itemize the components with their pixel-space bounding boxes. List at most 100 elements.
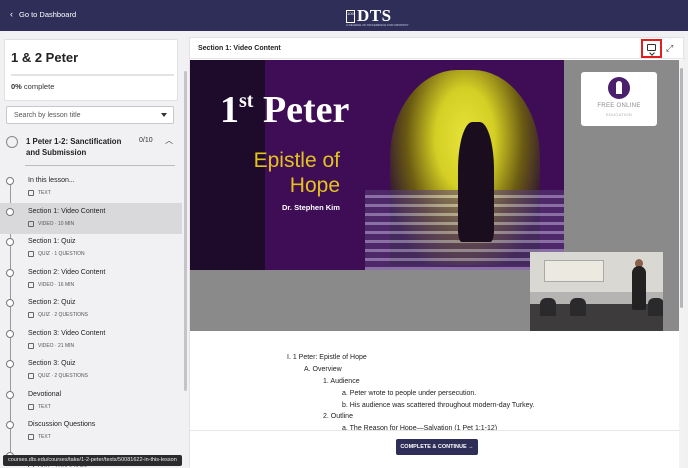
- back-label: Go to Dashboard: [19, 9, 77, 19]
- lesson-title: Section 1: Quiz: [28, 238, 76, 245]
- course-card: 1 & 2 Peter 0% complete: [4, 39, 178, 101]
- text-icon: [28, 434, 34, 440]
- lesson-status-circle-icon: [6, 207, 14, 216]
- lesson-title: In this lesson...: [28, 177, 75, 184]
- lesson-item[interactable]: Section 3: Video Content VIDEO · 21 MIN: [0, 325, 182, 356]
- lesson-title: Section 1: Video Content: [198, 45, 281, 52]
- figure-silhouette: [458, 122, 494, 242]
- chevron-up-icon[interactable]: ︿: [165, 135, 173, 146]
- lesson-meta-text: VIDEO · 16 MIN: [38, 281, 75, 288]
- lesson-status-circle-icon: [6, 299, 14, 307]
- lesson-meta-text: QUIZ · 2 QUESTIONS: [38, 312, 89, 318]
- lesson-meta-text: TEXT: [38, 190, 51, 196]
- quiz-icon: [28, 373, 34, 379]
- outline-line: b. His audience was scattered throughout…: [342, 402, 535, 409]
- top-bar: ‹ Go to Dashboard 100 DTS A DEGREE OF DI…: [0, 0, 688, 31]
- slide-title-word: Peter: [262, 89, 350, 131]
- progress-text: 0% complete: [11, 82, 54, 91]
- slide-title: 1st Peter: [220, 88, 349, 132]
- bookmark-button[interactable]: [641, 39, 662, 58]
- complete-and-continue-button[interactable]: COMPLETE & CONTINUE →: [396, 439, 478, 455]
- video-icon: [28, 342, 34, 349]
- outline-line: A. Overview: [304, 366, 342, 373]
- lesson-meta: VIDEO · 16 MIN: [28, 281, 75, 288]
- lesson-outline: I. 1 Peter: Epistle of Hope A. Overview …: [190, 350, 679, 432]
- lesson-item[interactable]: Devotional TEXT: [0, 386, 182, 417]
- lesson-meta: QUIZ · 1 QUESTION: [28, 251, 85, 257]
- text-icon: [28, 190, 34, 196]
- lesson-meta: VIDEO · 21 MIN: [28, 342, 74, 349]
- progress-percent: 0%: [11, 82, 22, 91]
- video-player[interactable]: 1st Peter Epistle of Hope Dr. Stephen Kim…: [190, 60, 679, 331]
- video-icon: [28, 220, 34, 227]
- lesson-item[interactable]: Section 2: Quiz QUIZ · 2 QUESTIONS: [0, 294, 182, 325]
- course-sidebar: 1 & 2 Peter 0% complete Search by lesson…: [0, 31, 189, 467]
- caret-down-icon: [161, 113, 167, 117]
- lesson-meta: VIDEO · 10 MIN: [28, 220, 74, 227]
- progress-suffix: complete: [21, 82, 55, 91]
- lecturer: [632, 266, 646, 310]
- bookmark-icon: [647, 44, 656, 51]
- section-header[interactable]: 1 Peter 1-2: Sanctification and Submissi…: [0, 129, 182, 173]
- slide-subtitle-line1: Epistle of: [253, 149, 340, 172]
- student: [540, 298, 556, 316]
- student: [648, 298, 663, 316]
- lesson-status-circle-icon: [6, 360, 14, 368]
- quiz-icon: [28, 251, 34, 257]
- lesson-title: Discussion Questions: [28, 421, 96, 428]
- slide-author: Dr. Stephen Kim: [282, 203, 340, 212]
- lesson-meta: QUIZ · 2 QUESTIONS: [28, 312, 88, 318]
- lesson-title: Section 1: Video Content: [28, 207, 106, 215]
- text-icon: [28, 403, 34, 410]
- section-title: 1 Peter 1-2: Sanctification and Submissi…: [26, 137, 122, 157]
- section-progress-circle-icon: [6, 136, 18, 148]
- lesson-search-select[interactable]: Search by lesson title: [6, 106, 174, 124]
- scrollbar-thumb[interactable]: [680, 68, 683, 308]
- course-title: 1 & 2 Peter: [11, 50, 79, 65]
- back-to-dashboard-link[interactable]: ‹ Go to Dashboard: [10, 9, 76, 19]
- lesson-status-circle-icon: [6, 238, 14, 246]
- lesson-meta: TEXT: [28, 403, 51, 410]
- dts-logo: 100 DTS A DEGREE OF DIFFERENCE FOR MINIS…: [346, 6, 409, 27]
- lesson-item[interactable]: In this lesson... TEXT: [0, 172, 182, 203]
- lesson-item[interactable]: Section 2: Video Content VIDEO · 16 MIN: [0, 264, 182, 295]
- section-count: 0/10: [139, 137, 153, 144]
- content-header: Section 1: Video Content ⤢: [190, 38, 685, 59]
- free-online-education-badge: FREE ONLINE EDUCATION: [581, 72, 657, 126]
- lesson-title: Section 3: Video Content: [28, 329, 106, 337]
- chevron-left-icon: ‹: [10, 9, 13, 19]
- outline-line: 2. Outline: [323, 413, 353, 420]
- lesson-status-circle-icon: [6, 177, 14, 185]
- sidebar-scrollbar[interactable]: [184, 71, 187, 391]
- slide-subtitle: Epistle of Hope: [230, 148, 340, 198]
- expand-icon[interactable]: ⤢: [666, 43, 673, 54]
- badge-line1: FREE ONLINE: [597, 103, 641, 109]
- logo-seal: 100: [346, 9, 355, 23]
- progress-bar: [11, 74, 174, 76]
- video-slide: 1st Peter Epistle of Hope Dr. Stephen Kim: [190, 60, 564, 270]
- lesson-meta: TEXT: [28, 190, 51, 196]
- slide-title-number: 1: [220, 89, 239, 131]
- status-bar-url: courses.dts.edu/courses/take/1-2-peter/t…: [3, 455, 182, 466]
- lesson-item[interactable]: Discussion Questions TEXT: [0, 416, 182, 447]
- divider: [25, 165, 175, 166]
- dts-emblem-icon: [608, 77, 630, 99]
- content-footer: COMPLETE & CONTINUE →: [190, 430, 679, 468]
- lesson-item[interactable]: Section 1: Quiz QUIZ · 1 QUESTION: [0, 233, 182, 264]
- whiteboard: [544, 260, 604, 282]
- lesson-title: Section 2: Quiz: [28, 299, 76, 306]
- content-scrollbar[interactable]: [679, 60, 684, 468]
- lesson-status-circle-icon: [6, 329, 14, 338]
- lesson-item[interactable]: Section 1: Video Content VIDEO · 10 MIN: [0, 202, 182, 234]
- quiz-icon: [28, 312, 34, 318]
- lesson-meta: TEXT: [28, 434, 51, 440]
- lesson-meta-text: QUIZ · 2 QUESTIONS: [38, 373, 89, 379]
- lesson-meta: QUIZ · 2 QUESTIONS: [28, 373, 88, 379]
- outline-line: I. 1 Peter: Epistle of Hope: [287, 354, 367, 361]
- student: [570, 298, 586, 316]
- lesson-item[interactable]: Section 3: Quiz QUIZ · 2 QUESTIONS: [0, 355, 182, 386]
- slide-title-ordinal: st: [239, 90, 254, 112]
- lesson-meta-text: QUIZ · 1 QUESTION: [38, 251, 85, 257]
- lesson-status-circle-icon: [6, 390, 14, 399]
- outline-line: 1. Audience: [323, 378, 360, 385]
